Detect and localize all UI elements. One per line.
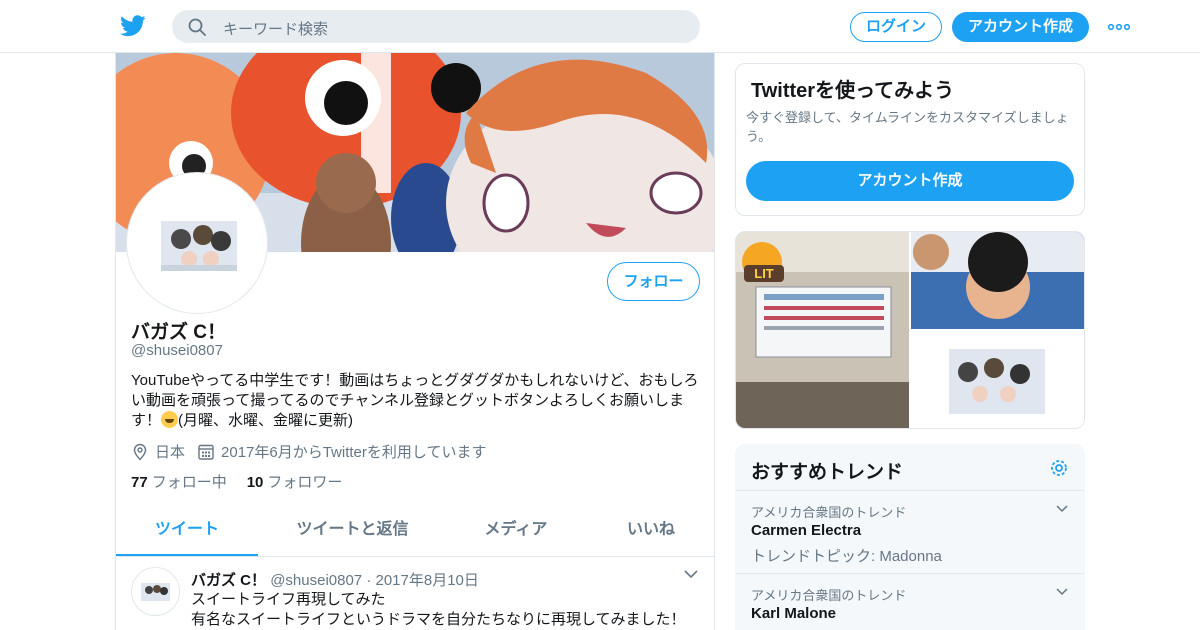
login-button[interactable]: ログイン: [850, 12, 942, 42]
grinning-emoji-icon: [161, 411, 179, 428]
more-dots-icon[interactable]: [1107, 18, 1131, 36]
tweet-line-2: 有名なスイートライフというドラマを自分たちなりに再現してみました！: [191, 611, 686, 628]
tweet-header: バガズ C！ @shusei0807 · 2017年8月10日: [191, 569, 479, 590]
profile-joined: 2017年6月からTwitterを利用しています: [221, 444, 487, 461]
tweet-author-handle[interactable]: @shusei0807: [270, 572, 362, 589]
profile-bio: YouTubeやってる中学生です！動画はちょっとグダグダかもしれないけど、おもし…: [131, 371, 703, 431]
tweet-separator: ·: [366, 572, 372, 589]
top-navigation-bar: キーワード検索 ログイン アカウント作成: [0, 0, 1200, 53]
profile-avatar[interactable]: [127, 173, 267, 313]
search-bar[interactable]: キーワード検索: [172, 10, 700, 43]
signup-promo-title: Twitterを使ってみよう: [751, 80, 955, 102]
profile-stats: 77 フォロー中 10 フォロワー: [131, 471, 342, 492]
profile-name: バガズ C！: [131, 322, 227, 343]
tab-likes[interactable]: いいね: [606, 508, 696, 556]
media-grid: LIT: [735, 231, 1085, 429]
trend-name[interactable]: Carmen Electra: [751, 522, 861, 539]
location-pin-icon: [133, 443, 147, 460]
trend-meta: トレンドトピック: Madonna: [751, 548, 942, 565]
trend-name[interactable]: Karl Malone: [751, 605, 836, 622]
tab-media[interactable]: メディア: [456, 508, 576, 556]
profile-handle: @shusei0807: [131, 342, 223, 359]
profile-tabs: ツイート ツイートと返信 メディア いいね: [116, 508, 714, 557]
signup-promo-card: Twitterを使ってみよう 今すぐ登録して、タイムラインをカスタマイズしましょ…: [735, 63, 1085, 216]
tweet-text: スイートライフ再現してみた 有名なスイートライフというドラマを自分たちなりに再現…: [191, 590, 701, 630]
trend-item[interactable]: アメリカ合衆国のトレンド Karl Malone: [736, 573, 1084, 630]
follow-button[interactable]: フォロー: [607, 262, 700, 301]
trend-context: アメリカ合衆国のトレンド: [751, 588, 907, 603]
trend-context: アメリカ合衆国のトレンド: [751, 505, 907, 520]
trend-item[interactable]: アメリカ合衆国のトレンド Carmen Electra トレンドトピック: Ma…: [736, 490, 1084, 573]
gear-icon[interactable]: [1048, 457, 1070, 479]
chevron-down-icon[interactable]: [1056, 505, 1068, 513]
twitter-bird-icon[interactable]: [120, 14, 146, 38]
signup-promo-description: 今すぐ登録して、タイムラインをカスタマイズしましょう。: [746, 110, 1069, 144]
avatar-image: [161, 221, 237, 271]
search-input[interactable]: キーワード検索: [223, 18, 328, 39]
tweet-line-1: スイートライフ再現してみた: [191, 591, 386, 608]
profile-meta: 日本 2017年6月からTwitterを利用しています: [131, 441, 486, 462]
chevron-down-icon[interactable]: [1056, 588, 1068, 596]
media-badge: LIT: [754, 266, 774, 281]
tab-tweets[interactable]: ツイート: [116, 508, 258, 556]
profile-location: 日本: [155, 444, 186, 461]
tweet-date[interactable]: 2017年8月10日: [376, 572, 479, 589]
media-thumbnails[interactable]: LIT: [736, 232, 1085, 429]
tweet-avatar[interactable]: [131, 567, 180, 616]
trends-title: おすすめトレンド: [751, 462, 904, 483]
search-icon: [188, 18, 206, 36]
tweet-author-name[interactable]: バガズ C！: [191, 572, 266, 589]
chevron-down-icon[interactable]: [684, 569, 698, 579]
calendar-icon: [198, 444, 214, 460]
signup-promo-button[interactable]: アカウント作成: [746, 161, 1074, 201]
profile-column: フォロー バガズ C！ @shusei0807 YouTubeやってる中学生です…: [115, 53, 715, 630]
trends-card: おすすめトレンド アメリカ合衆国のトレンド Carmen Electra トレン…: [735, 444, 1085, 630]
following-stat[interactable]: 77 フォロー中: [131, 471, 227, 492]
followers-stat[interactable]: 10 フォロワー: [247, 471, 343, 492]
tab-tweets-replies[interactable]: ツイートと返信: [280, 508, 425, 556]
signup-button[interactable]: アカウント作成: [952, 12, 1089, 42]
bio-schedule: (月曜、水曜、金曜に更新): [178, 412, 354, 429]
tweet-item[interactable]: バガズ C！ @shusei0807 · 2017年8月10日 スイートライフ再…: [116, 557, 714, 630]
